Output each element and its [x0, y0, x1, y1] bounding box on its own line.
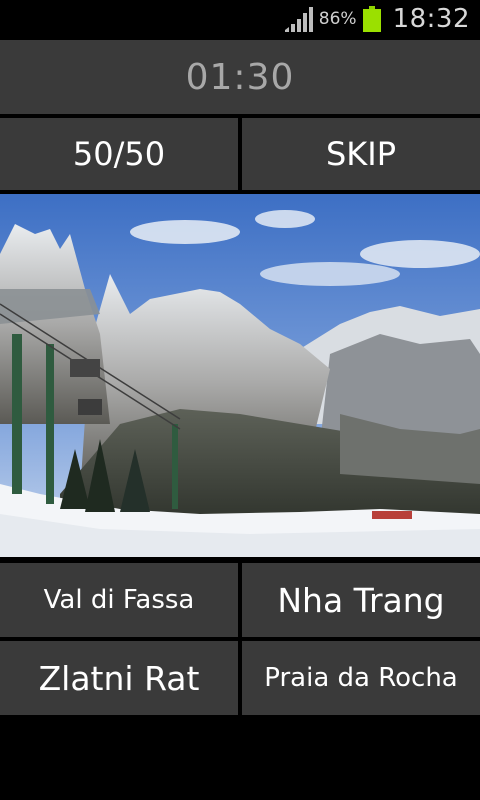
answer-button-2[interactable]: Nha Trang [242, 563, 480, 637]
battery-icon [362, 6, 381, 32]
skip-button[interactable]: SKIP [242, 118, 480, 190]
fifty-fifty-button[interactable]: 50/50 [0, 118, 238, 190]
timer-text: 01:30 [185, 56, 295, 98]
answer-button-4[interactable]: Praia da Rocha [242, 641, 480, 715]
status-clock: 18:32 [392, 4, 470, 34]
question-photo [0, 194, 480, 557]
answer-button-3[interactable]: Zlatni Rat [0, 641, 238, 715]
status-indicators: 86% 18:32 [284, 0, 470, 38]
signal-icon [284, 7, 313, 32]
mountain-landscape-image [0, 194, 480, 557]
battery-percent: 86% [318, 9, 357, 29]
countdown-timer: 01:30 [0, 40, 480, 114]
status-bar: 86% 18:32 [0, 0, 480, 38]
answer-button-1[interactable]: Val di Fassa [0, 563, 238, 637]
